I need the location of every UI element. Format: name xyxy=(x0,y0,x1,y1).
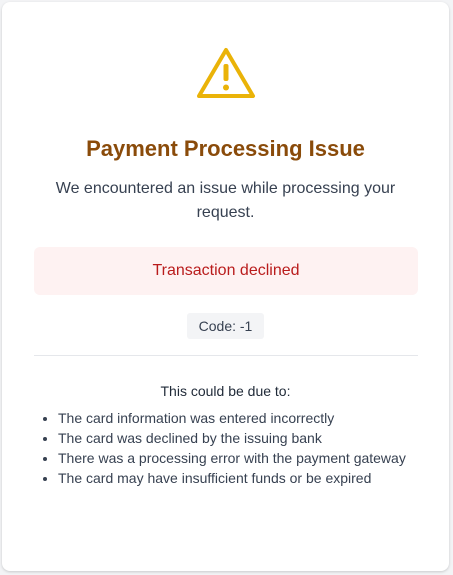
error-code-wrapper: Code: -1 xyxy=(2,313,449,339)
payment-error-card: Payment Processing Issue We encountered … xyxy=(2,2,449,571)
error-alert: Transaction declined xyxy=(34,247,418,295)
list-item: The card may have insufficient funds or … xyxy=(58,468,418,488)
error-message: We encountered an issue while processing… xyxy=(55,180,396,221)
reasons-list: The card information was entered incorre… xyxy=(34,408,418,488)
list-item: There was a processing error with the pa… xyxy=(58,448,418,468)
list-item: The card information was entered incorre… xyxy=(58,408,418,428)
error-code-badge: Code: -1 xyxy=(186,313,265,339)
divider xyxy=(34,355,418,356)
warning-triangle-icon xyxy=(196,48,255,98)
page-title: Payment Processing Issue xyxy=(86,136,365,161)
warning-icon-wrapper xyxy=(2,46,449,102)
error-alert-text: Transaction declined xyxy=(152,262,300,279)
reasons-heading: This could be due to: xyxy=(160,383,291,399)
list-item: The card was declined by the issuing ban… xyxy=(58,428,418,448)
